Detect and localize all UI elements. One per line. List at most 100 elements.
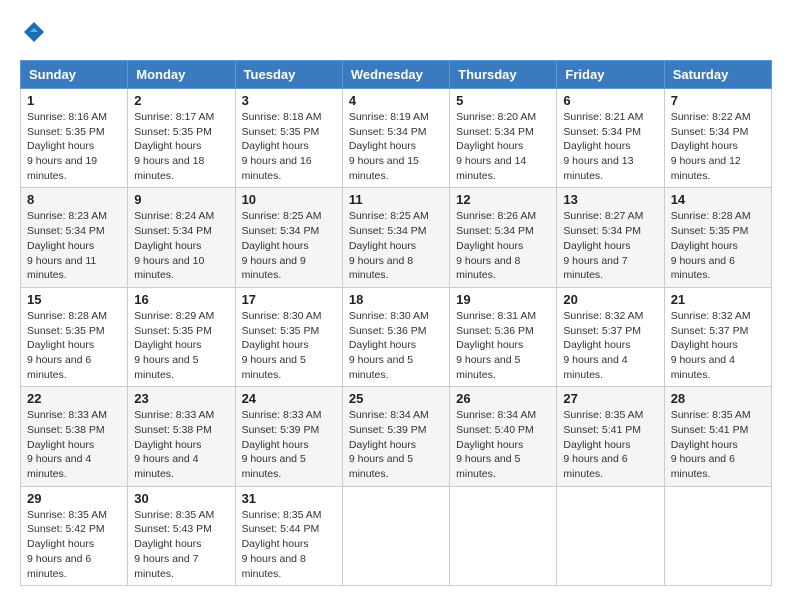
day-info: Sunrise: 8:30 AM Sunset: 5:36 PM Dayligh… <box>349 309 443 382</box>
day-number: 21 <box>671 292 765 307</box>
calendar-day-cell: 13 Sunrise: 8:27 AM Sunset: 5:34 PM Dayl… <box>557 188 664 287</box>
calendar-day-cell: 4 Sunrise: 8:19 AM Sunset: 5:34 PM Dayli… <box>342 89 449 188</box>
day-info: Sunrise: 8:23 AM Sunset: 5:34 PM Dayligh… <box>27 209 121 282</box>
day-number: 16 <box>134 292 228 307</box>
day-info: Sunrise: 8:35 AM Sunset: 5:41 PM Dayligh… <box>563 408 657 481</box>
calendar-day-cell <box>664 486 771 585</box>
day-number: 15 <box>27 292 121 307</box>
day-number: 27 <box>563 391 657 406</box>
calendar-week-row: 15 Sunrise: 8:28 AM Sunset: 5:35 PM Dayl… <box>21 287 772 386</box>
day-info: Sunrise: 8:31 AM Sunset: 5:36 PM Dayligh… <box>456 309 550 382</box>
calendar-day-cell: 5 Sunrise: 8:20 AM Sunset: 5:34 PM Dayli… <box>450 89 557 188</box>
day-number: 8 <box>27 192 121 207</box>
day-info: Sunrise: 8:35 AM Sunset: 5:41 PM Dayligh… <box>671 408 765 481</box>
day-info: Sunrise: 8:35 AM Sunset: 5:44 PM Dayligh… <box>242 508 336 581</box>
day-info: Sunrise: 8:30 AM Sunset: 5:35 PM Dayligh… <box>242 309 336 382</box>
day-number: 25 <box>349 391 443 406</box>
calendar-day-header: Sunday <box>21 61 128 89</box>
day-number: 26 <box>456 391 550 406</box>
calendar-day-cell: 15 Sunrise: 8:28 AM Sunset: 5:35 PM Dayl… <box>21 287 128 386</box>
day-number: 31 <box>242 491 336 506</box>
calendar-day-cell <box>450 486 557 585</box>
calendar-day-cell: 28 Sunrise: 8:35 AM Sunset: 5:41 PM Dayl… <box>664 387 771 486</box>
day-number: 7 <box>671 93 765 108</box>
day-number: 12 <box>456 192 550 207</box>
day-number: 29 <box>27 491 121 506</box>
day-number: 2 <box>134 93 228 108</box>
day-info: Sunrise: 8:18 AM Sunset: 5:35 PM Dayligh… <box>242 110 336 183</box>
calendar-day-header: Tuesday <box>235 61 342 89</box>
day-number: 11 <box>349 192 443 207</box>
calendar-day-cell: 11 Sunrise: 8:25 AM Sunset: 5:34 PM Dayl… <box>342 188 449 287</box>
calendar-day-cell: 19 Sunrise: 8:31 AM Sunset: 5:36 PM Dayl… <box>450 287 557 386</box>
calendar-day-header: Wednesday <box>342 61 449 89</box>
calendar-day-cell: 23 Sunrise: 8:33 AM Sunset: 5:38 PM Dayl… <box>128 387 235 486</box>
calendar-day-cell: 2 Sunrise: 8:17 AM Sunset: 5:35 PM Dayli… <box>128 89 235 188</box>
calendar-day-cell: 20 Sunrise: 8:32 AM Sunset: 5:37 PM Dayl… <box>557 287 664 386</box>
calendar-day-cell: 1 Sunrise: 8:16 AM Sunset: 5:35 PM Dayli… <box>21 89 128 188</box>
day-number: 28 <box>671 391 765 406</box>
day-info: Sunrise: 8:27 AM Sunset: 5:34 PM Dayligh… <box>563 209 657 282</box>
day-info: Sunrise: 8:34 AM Sunset: 5:39 PM Dayligh… <box>349 408 443 481</box>
day-number: 4 <box>349 93 443 108</box>
calendar-week-row: 8 Sunrise: 8:23 AM Sunset: 5:34 PM Dayli… <box>21 188 772 287</box>
day-info: Sunrise: 8:29 AM Sunset: 5:35 PM Dayligh… <box>134 309 228 382</box>
calendar-day-cell <box>342 486 449 585</box>
day-number: 23 <box>134 391 228 406</box>
day-number: 5 <box>456 93 550 108</box>
day-number: 10 <box>242 192 336 207</box>
day-info: Sunrise: 8:34 AM Sunset: 5:40 PM Dayligh… <box>456 408 550 481</box>
day-info: Sunrise: 8:33 AM Sunset: 5:38 PM Dayligh… <box>27 408 121 481</box>
calendar-day-cell: 25 Sunrise: 8:34 AM Sunset: 5:39 PM Dayl… <box>342 387 449 486</box>
day-number: 13 <box>563 192 657 207</box>
day-number: 3 <box>242 93 336 108</box>
day-info: Sunrise: 8:16 AM Sunset: 5:35 PM Dayligh… <box>27 110 121 183</box>
calendar-day-header: Saturday <box>664 61 771 89</box>
day-number: 30 <box>134 491 228 506</box>
calendar-day-cell: 31 Sunrise: 8:35 AM Sunset: 5:44 PM Dayl… <box>235 486 342 585</box>
calendar-day-cell: 7 Sunrise: 8:22 AM Sunset: 5:34 PM Dayli… <box>664 89 771 188</box>
day-info: Sunrise: 8:24 AM Sunset: 5:34 PM Dayligh… <box>134 209 228 282</box>
day-info: Sunrise: 8:28 AM Sunset: 5:35 PM Dayligh… <box>27 309 121 382</box>
calendar-day-header: Thursday <box>450 61 557 89</box>
day-number: 19 <box>456 292 550 307</box>
calendar-day-cell: 30 Sunrise: 8:35 AM Sunset: 5:43 PM Dayl… <box>128 486 235 585</box>
day-number: 24 <box>242 391 336 406</box>
logo-icon <box>22 20 46 44</box>
day-info: Sunrise: 8:26 AM Sunset: 5:34 PM Dayligh… <box>456 209 550 282</box>
day-number: 17 <box>242 292 336 307</box>
day-info: Sunrise: 8:25 AM Sunset: 5:34 PM Dayligh… <box>242 209 336 282</box>
day-number: 22 <box>27 391 121 406</box>
calendar-day-cell: 10 Sunrise: 8:25 AM Sunset: 5:34 PM Dayl… <box>235 188 342 287</box>
day-info: Sunrise: 8:32 AM Sunset: 5:37 PM Dayligh… <box>671 309 765 382</box>
calendar-day-cell: 22 Sunrise: 8:33 AM Sunset: 5:38 PM Dayl… <box>21 387 128 486</box>
calendar-day-cell: 29 Sunrise: 8:35 AM Sunset: 5:42 PM Dayl… <box>21 486 128 585</box>
day-number: 9 <box>134 192 228 207</box>
calendar-day-cell <box>557 486 664 585</box>
day-number: 18 <box>349 292 443 307</box>
calendar-day-header: Monday <box>128 61 235 89</box>
calendar-week-row: 29 Sunrise: 8:35 AM Sunset: 5:42 PM Dayl… <box>21 486 772 585</box>
calendar-day-cell: 16 Sunrise: 8:29 AM Sunset: 5:35 PM Dayl… <box>128 287 235 386</box>
calendar-day-cell: 14 Sunrise: 8:28 AM Sunset: 5:35 PM Dayl… <box>664 188 771 287</box>
calendar-day-cell: 8 Sunrise: 8:23 AM Sunset: 5:34 PM Dayli… <box>21 188 128 287</box>
day-number: 20 <box>563 292 657 307</box>
day-info: Sunrise: 8:17 AM Sunset: 5:35 PM Dayligh… <box>134 110 228 183</box>
day-number: 6 <box>563 93 657 108</box>
calendar-day-cell: 3 Sunrise: 8:18 AM Sunset: 5:35 PM Dayli… <box>235 89 342 188</box>
day-info: Sunrise: 8:28 AM Sunset: 5:35 PM Dayligh… <box>671 209 765 282</box>
calendar-day-cell: 18 Sunrise: 8:30 AM Sunset: 5:36 PM Dayl… <box>342 287 449 386</box>
day-info: Sunrise: 8:35 AM Sunset: 5:43 PM Dayligh… <box>134 508 228 581</box>
day-info: Sunrise: 8:32 AM Sunset: 5:37 PM Dayligh… <box>563 309 657 382</box>
day-info: Sunrise: 8:22 AM Sunset: 5:34 PM Dayligh… <box>671 110 765 183</box>
day-info: Sunrise: 8:33 AM Sunset: 5:38 PM Dayligh… <box>134 408 228 481</box>
logo <box>20 20 46 44</box>
calendar-day-cell: 6 Sunrise: 8:21 AM Sunset: 5:34 PM Dayli… <box>557 89 664 188</box>
day-info: Sunrise: 8:25 AM Sunset: 5:34 PM Dayligh… <box>349 209 443 282</box>
calendar-day-header: Friday <box>557 61 664 89</box>
day-info: Sunrise: 8:35 AM Sunset: 5:42 PM Dayligh… <box>27 508 121 581</box>
page-header <box>20 20 772 44</box>
day-info: Sunrise: 8:33 AM Sunset: 5:39 PM Dayligh… <box>242 408 336 481</box>
calendar-day-cell: 21 Sunrise: 8:32 AM Sunset: 5:37 PM Dayl… <box>664 287 771 386</box>
day-info: Sunrise: 8:21 AM Sunset: 5:34 PM Dayligh… <box>563 110 657 183</box>
